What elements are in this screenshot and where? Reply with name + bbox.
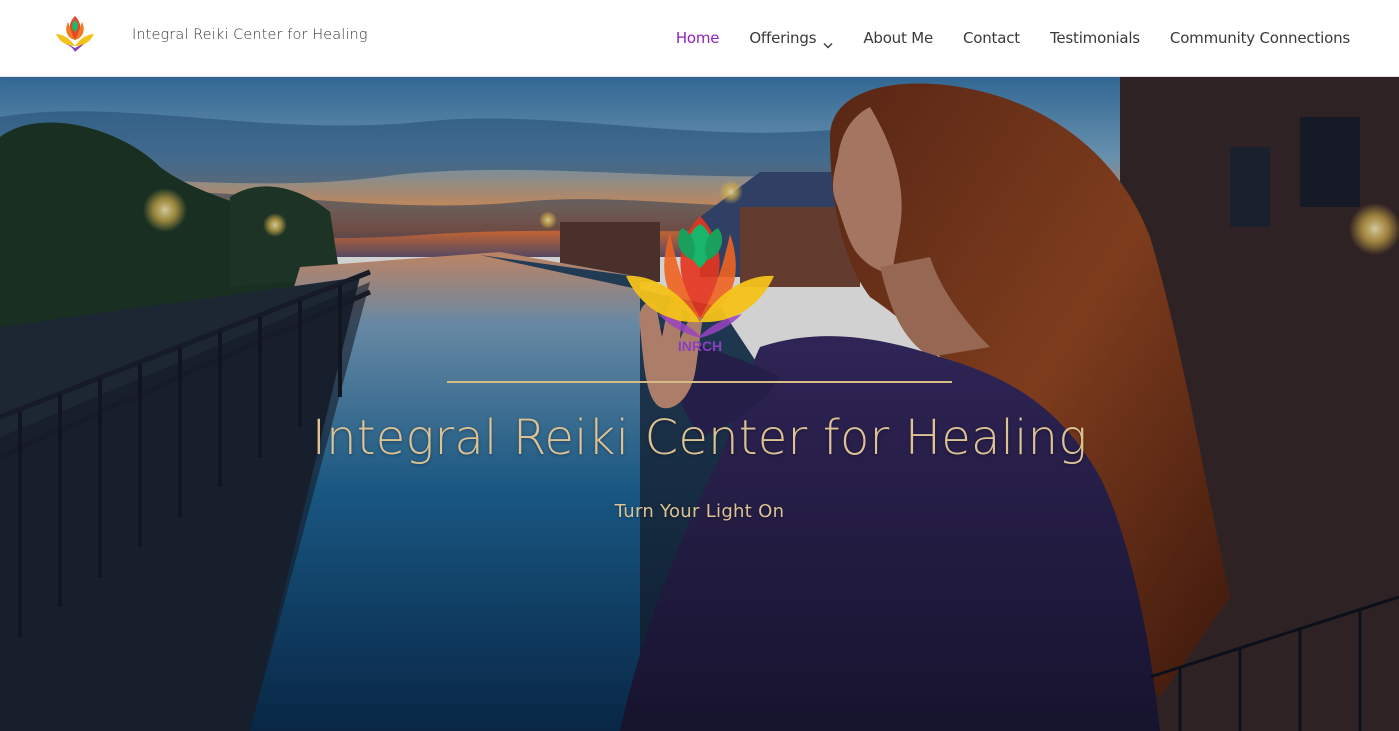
chevron-down-icon — [823, 35, 833, 48]
nav-item-offerings[interactable]: Offerings — [749, 29, 833, 48]
main-nav: Home Offerings About Me Contact Testimon… — [646, 0, 1350, 76]
nav-item-community-connections[interactable]: Community Connections — [1170, 29, 1350, 47]
nav-item-contact[interactable]: Contact — [963, 29, 1020, 47]
nav-item-testimonials[interactable]: Testimonials — [1050, 29, 1140, 47]
lotus-logo-icon[interactable] — [54, 14, 96, 58]
hero-divider — [447, 381, 952, 383]
hero-title: Integral Reiki Center for Healing — [311, 410, 1088, 466]
hero-content: INRCH Integral Reiki Center for Healing … — [0, 77, 1399, 731]
lotus-logo-icon: INRCH — [622, 210, 778, 360]
nav-item-label: Offerings — [749, 29, 817, 47]
site-header: Integral Reiki Center for Healing Home O… — [0, 0, 1399, 77]
hero-logo-text: INRCH — [678, 338, 722, 354]
hero-tagline: Turn Your Light On — [614, 501, 785, 522]
nav-item-about-me[interactable]: About Me — [863, 29, 933, 47]
hero-section: INRCH Integral Reiki Center for Healing … — [0, 77, 1399, 731]
site-title[interactable]: Integral Reiki Center for Healing — [132, 27, 368, 43]
nav-item-label: Testimonials — [1049, 29, 1140, 47]
nav-item-label: Community Connections — [1169, 29, 1350, 47]
nav-item-label: Home — [675, 29, 720, 47]
nav-item-label: Contact — [963, 29, 1020, 47]
nav-item-home[interactable]: Home — [676, 29, 720, 47]
nav-item-label: About Me — [863, 29, 933, 47]
